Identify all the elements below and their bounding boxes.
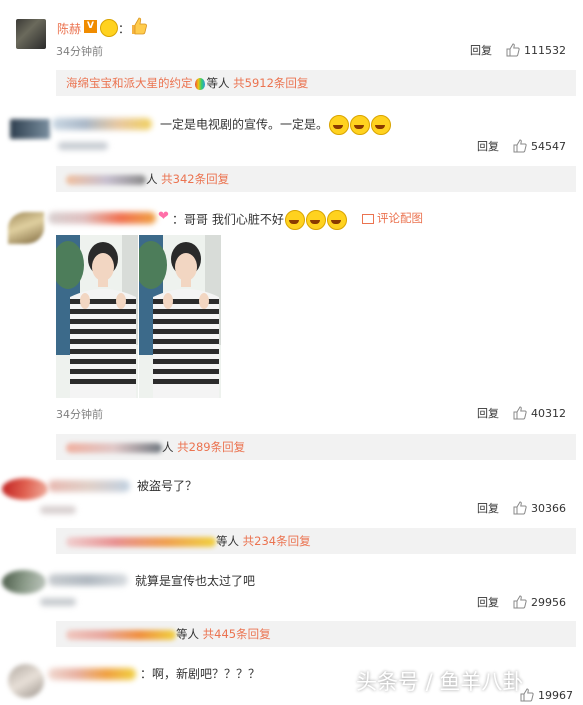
balloon-icon [194, 77, 205, 90]
reply-preview-suffix: 等人 [176, 627, 199, 641]
username[interactable]: 陈赫 [57, 20, 81, 37]
comment-photo[interactable] [56, 235, 138, 398]
reply-preview-name [66, 536, 216, 547]
replies-summary[interactable]: 人 共342条回复 [56, 166, 576, 192]
comment-photo[interactable] [139, 235, 221, 398]
username[interactable] [48, 480, 130, 492]
comment-actions: 回复 40312 [477, 405, 566, 421]
comment-text: ：哥哥 我们心脏不好 [172, 210, 347, 230]
avatar[interactable] [16, 19, 46, 49]
timestamp: 34分钟前 [56, 408, 103, 421]
avatar[interactable] [8, 212, 44, 244]
heart-face-emoji-icon [100, 19, 118, 37]
reply-count[interactable]: 共5912条回复 [233, 76, 308, 90]
like-button[interactable]: 19967 [520, 688, 573, 702]
username[interactable] [52, 118, 152, 130]
like-button[interactable]: 29956 [513, 595, 566, 609]
laughing-emoji-icon [350, 115, 371, 135]
thumbs-up-icon [513, 139, 527, 153]
username[interactable] [48, 574, 128, 586]
laughing-emoji-icon [371, 115, 392, 135]
like-count: 54547 [531, 139, 566, 153]
reply-button[interactable]: 回复 [470, 42, 492, 58]
reply-preview-suffix: 人 [146, 172, 158, 186]
reply-preview-suffix: 等人 [216, 534, 239, 548]
comment-actions: 回复 54547 [477, 138, 566, 154]
reply-button[interactable]: 回复 [477, 405, 499, 421]
reply-count[interactable]: 共289条回复 [177, 440, 245, 454]
replies-summary[interactable]: 海绵宝宝和派大星的约定 等人 共5912条回复 [56, 70, 576, 96]
username-tail [40, 598, 76, 606]
heart-icon: ❤ [158, 209, 169, 224]
like-count: 30366 [531, 501, 566, 515]
comment-actions: 19967 [520, 688, 573, 702]
reply-preview-name [66, 442, 162, 453]
reply-button[interactable]: 回复 [477, 138, 499, 154]
like-button[interactable]: 54547 [513, 139, 566, 153]
avatar[interactable] [10, 119, 50, 139]
laughing-emoji-icon [326, 210, 347, 230]
replies-summary[interactable]: 人 共289条回复 [56, 434, 576, 460]
reply-preview-name [66, 629, 176, 640]
like-count: 111532 [524, 43, 566, 57]
like-button[interactable]: 30366 [513, 501, 566, 515]
view-image-link[interactable]: 评论配图 [362, 210, 423, 226]
thumbs-up-emoji-icon [129, 16, 149, 36]
reply-preview-name: 海绵宝宝和派大星的约定 [66, 76, 193, 90]
verified-badge-icon: V [84, 20, 97, 33]
laughing-emoji-icon [284, 210, 305, 230]
like-button[interactable]: 111532 [506, 43, 566, 57]
like-count: 19967 [538, 688, 573, 702]
like-button[interactable]: 40312 [513, 406, 566, 420]
comment-actions: 回复 30366 [477, 500, 566, 516]
username-tail [58, 142, 108, 150]
reply-button[interactable]: 回复 [477, 594, 499, 610]
thumbs-up-icon [506, 43, 520, 57]
thumbs-up-icon [513, 501, 527, 515]
reply-count[interactable]: 共234条回复 [243, 534, 311, 548]
username[interactable] [48, 212, 156, 224]
image-icon [362, 213, 374, 224]
reply-button[interactable]: 回复 [477, 500, 499, 516]
avatar[interactable] [2, 478, 48, 500]
avatar[interactable] [2, 570, 46, 594]
comment-text: 被盗号了？ [137, 479, 198, 493]
reply-preview-suffix: 等人 [206, 76, 230, 90]
avatar[interactable] [8, 664, 44, 698]
username-tail [40, 506, 76, 514]
laughing-emoji-icon [305, 210, 326, 230]
replies-summary[interactable]: 等人 共234条回复 [56, 528, 576, 554]
watermark: 头条号 / 鱼羊八卦 [356, 670, 524, 694]
comment-actions: 回复 111532 [470, 42, 566, 58]
comment-text: ：啊，新剧吧？？？？ [140, 667, 261, 681]
like-count: 29956 [531, 595, 566, 609]
thumbs-up-icon [513, 406, 527, 420]
reply-count[interactable]: 共445条回复 [203, 627, 271, 641]
replies-summary[interactable]: 等人 共445条回复 [56, 621, 576, 647]
like-count: 40312 [531, 406, 566, 420]
reply-preview-suffix: 人 [162, 440, 174, 454]
thumbs-up-icon [513, 595, 527, 609]
username[interactable] [48, 668, 136, 680]
comment-text: 就算是宣传也太过了吧 [135, 574, 256, 588]
comment-actions: 回复 29956 [477, 594, 566, 610]
timestamp: 34分钟前 [56, 45, 103, 58]
reply-preview-name [66, 174, 146, 185]
reply-count[interactable]: 共342条回复 [161, 172, 229, 186]
comment-text: 一定是电视剧的宣传。一定是。 [160, 115, 392, 135]
laughing-emoji-icon [329, 115, 350, 135]
